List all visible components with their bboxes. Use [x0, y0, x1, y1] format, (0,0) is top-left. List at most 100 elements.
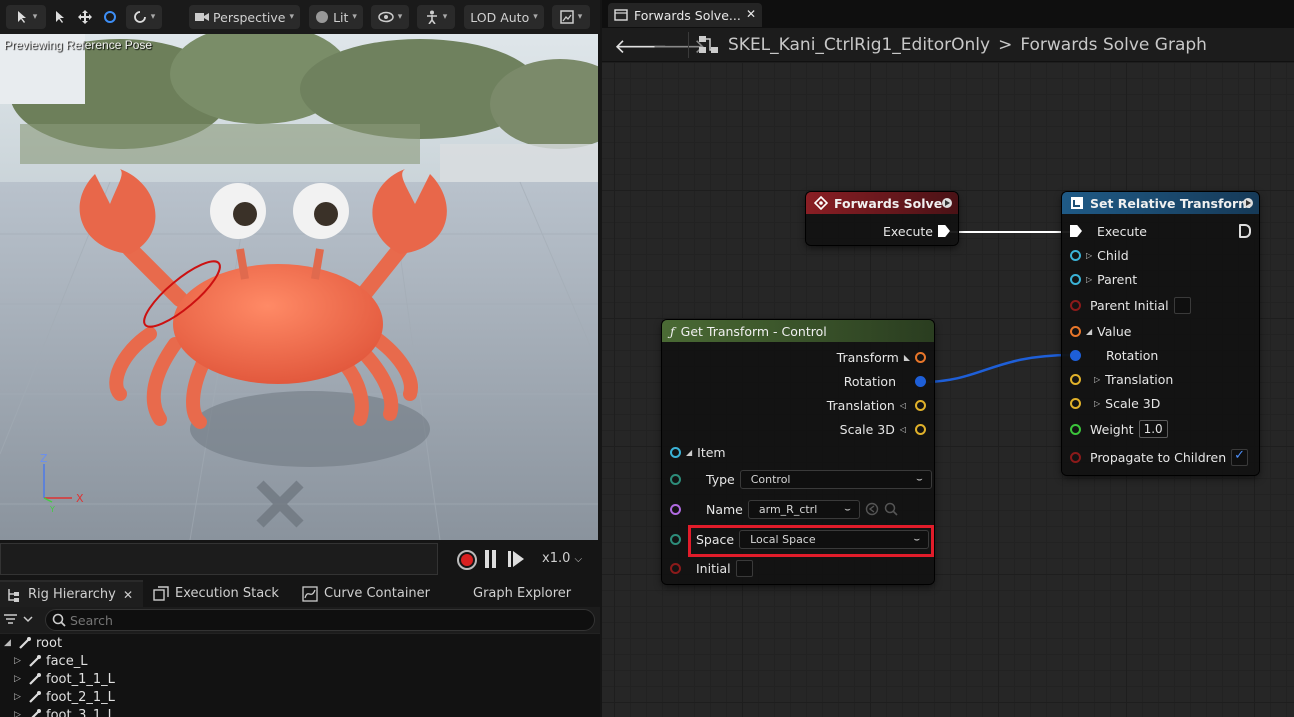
tree-row[interactable]: ▷ foot_1_1_L: [14, 670, 115, 688]
execute-output-pin[interactable]: [1239, 222, 1251, 240]
value-pin[interactable]: ◢ Value: [1070, 322, 1131, 340]
tree-row[interactable]: ▷ foot_2_1_L: [14, 688, 115, 706]
parent-pin[interactable]: ▷ Parent: [1070, 270, 1137, 288]
record-button[interactable]: [457, 550, 477, 570]
browse-search-icon[interactable]: [884, 502, 898, 516]
pin-icon[interactable]: [1070, 325, 1081, 337]
collapsed-arrow-icon[interactable]: ▷: [14, 710, 24, 717]
breadcrumb-asset[interactable]: SKEL_Kani_CtrlRig1_EditorOnly: [728, 35, 990, 55]
propagate-checkbox[interactable]: [1231, 448, 1249, 466]
pin-icon[interactable]: [670, 446, 681, 458]
3d-viewport[interactable]: Previewing Reference Pose Z X Y: [0, 34, 598, 540]
pin-icon[interactable]: [670, 503, 681, 515]
search-field[interactable]: [45, 609, 595, 631]
collapse-arrow-icon[interactable]: ◣: [904, 353, 910, 362]
breadcrumb-graph[interactable]: Forwards Solve Graph: [1020, 35, 1207, 55]
pin-icon[interactable]: [915, 351, 926, 363]
tree-row[interactable]: ▷ face_L: [14, 652, 87, 670]
weight-pin[interactable]: Weight 1.0: [1070, 420, 1168, 438]
lit-dropdown[interactable]: Lit ▾: [309, 5, 363, 29]
collapsed-arrow-icon[interactable]: ▷: [14, 656, 24, 666]
tab-rig-hierarchy[interactable]: Rig Hierarchy ✕: [0, 580, 143, 607]
rotation-pin[interactable]: Rotation: [1070, 346, 1158, 364]
tab-graph-explorer[interactable]: Graph Explorer: [473, 580, 571, 607]
rotate-icon[interactable]: [103, 10, 117, 24]
forwards-solve-node[interactable]: Forwards Solve Execute: [806, 192, 958, 245]
tab-curve-container[interactable]: Curve Container: [302, 580, 430, 607]
type-dropdown[interactable]: Control ⌣: [739, 469, 932, 489]
use-selected-icon[interactable]: [865, 502, 879, 516]
expand-arrow-icon[interactable]: ◁: [900, 425, 906, 434]
propagate-pin[interactable]: Propagate to Children: [1070, 448, 1249, 466]
screen-size-dropdown[interactable]: ▾: [552, 5, 590, 29]
name-pin[interactable]: Name arm_R_ctrl ⌣: [670, 499, 898, 519]
playback-speed-dropdown[interactable]: x1.0 ⌵: [542, 551, 582, 566]
search-input[interactable]: [70, 612, 570, 628]
set-relative-transform-node[interactable]: Set Relative Transform Execute ▷ Child ▷…: [1062, 192, 1259, 475]
character-dropdown[interactable]: ▾: [417, 5, 455, 29]
lod-dropdown[interactable]: LOD Auto ▾: [464, 5, 544, 29]
select-arrow-icon[interactable]: [53, 10, 67, 24]
node-graph-canvas[interactable]: Forwards Solve Execute Set Relative Tran…: [602, 62, 1294, 717]
close-icon[interactable]: ✕: [123, 588, 133, 602]
scale-pin[interactable]: ▷ Scale 3D: [1070, 394, 1160, 412]
forwards-solve-header[interactable]: Forwards Solve: [806, 192, 958, 214]
exec-pin-icon[interactable]: [938, 225, 950, 237]
tab-forwards-solve[interactable]: Forwards Solve... ✕: [608, 3, 762, 27]
child-pin[interactable]: ▷ Child: [1070, 246, 1129, 264]
expand-arrow-icon[interactable]: ▷: [1094, 375, 1100, 384]
collapse-arrow-icon[interactable]: ◢: [686, 448, 692, 457]
pin-icon[interactable]: [670, 473, 681, 485]
translation-pin[interactable]: ▷ Translation: [1070, 370, 1173, 388]
pin-icon[interactable]: [1070, 397, 1081, 409]
name-dropdown[interactable]: arm_R_ctrl ⌣: [747, 499, 860, 519]
pin-icon[interactable]: [1070, 373, 1081, 385]
pause-button[interactable]: [484, 550, 498, 568]
set-relative-transform-header[interactable]: Set Relative Transform: [1062, 192, 1259, 214]
expanded-arrow-icon[interactable]: ◢: [4, 638, 14, 648]
pin-icon[interactable]: [1070, 349, 1081, 361]
step-forward-button[interactable]: [507, 550, 525, 568]
item-pin[interactable]: ◢ Item: [670, 443, 726, 461]
pin-icon[interactable]: [670, 533, 681, 545]
tree-row[interactable]: ▷ foot_3_1_L: [14, 706, 115, 717]
perspective-dropdown[interactable]: Perspective ▾: [189, 5, 300, 29]
parent-initial-pin[interactable]: Parent Initial: [1070, 296, 1191, 314]
collapse-arrow-icon[interactable]: ◢: [1086, 327, 1092, 336]
scale-output-pin[interactable]: Scale 3D ◁: [840, 420, 926, 438]
tab-execution-stack[interactable]: Execution Stack: [153, 580, 279, 607]
pin-icon[interactable]: [1070, 299, 1081, 311]
initial-pin[interactable]: Initial: [670, 559, 753, 577]
execute-input-pin[interactable]: Execute: [1070, 222, 1147, 240]
pin-icon[interactable]: [915, 375, 926, 387]
timeline-field[interactable]: [0, 543, 438, 575]
tree-row-root[interactable]: ◢ root: [4, 634, 62, 652]
exec-pin-icon[interactable]: [1070, 225, 1082, 237]
rotation-output-pin[interactable]: Rotation: [844, 372, 926, 390]
move-icon[interactable]: [77, 10, 92, 24]
get-transform-header[interactable]: ƒ Get Transform - Control: [662, 320, 934, 342]
transform-output-pin[interactable]: Transform ◣: [837, 348, 926, 366]
pin-icon[interactable]: [1070, 451, 1081, 463]
pin-icon[interactable]: [1070, 273, 1081, 285]
initial-checkbox[interactable]: [735, 559, 753, 577]
pin-icon[interactable]: [1070, 249, 1081, 261]
weight-input[interactable]: 1.0: [1138, 420, 1168, 438]
exec-out-pin-icon[interactable]: [1239, 224, 1251, 238]
type-pin[interactable]: Type Control ⌣: [670, 469, 932, 489]
collapsed-arrow-icon[interactable]: ▷: [14, 674, 24, 684]
expand-arrow-icon[interactable]: ◁: [900, 401, 906, 410]
coordinate-space-button[interactable]: ▾: [126, 5, 162, 29]
parent-initial-checkbox[interactable]: [1173, 296, 1191, 314]
collapsed-arrow-icon[interactable]: ▷: [14, 692, 24, 702]
pin-icon[interactable]: [670, 562, 681, 574]
expand-arrow-icon[interactable]: ▷: [1094, 399, 1100, 408]
pin-icon[interactable]: [915, 399, 926, 411]
close-icon[interactable]: ✕: [746, 7, 756, 21]
filter-icon[interactable]: [4, 613, 34, 629]
show-flags-dropdown[interactable]: ▾: [371, 5, 409, 29]
translation-output-pin[interactable]: Translation ◁: [827, 396, 926, 414]
select-mode-button[interactable]: ▾: [6, 5, 46, 29]
pin-icon[interactable]: [915, 423, 926, 435]
expand-arrow-icon[interactable]: ▷: [1086, 275, 1092, 284]
